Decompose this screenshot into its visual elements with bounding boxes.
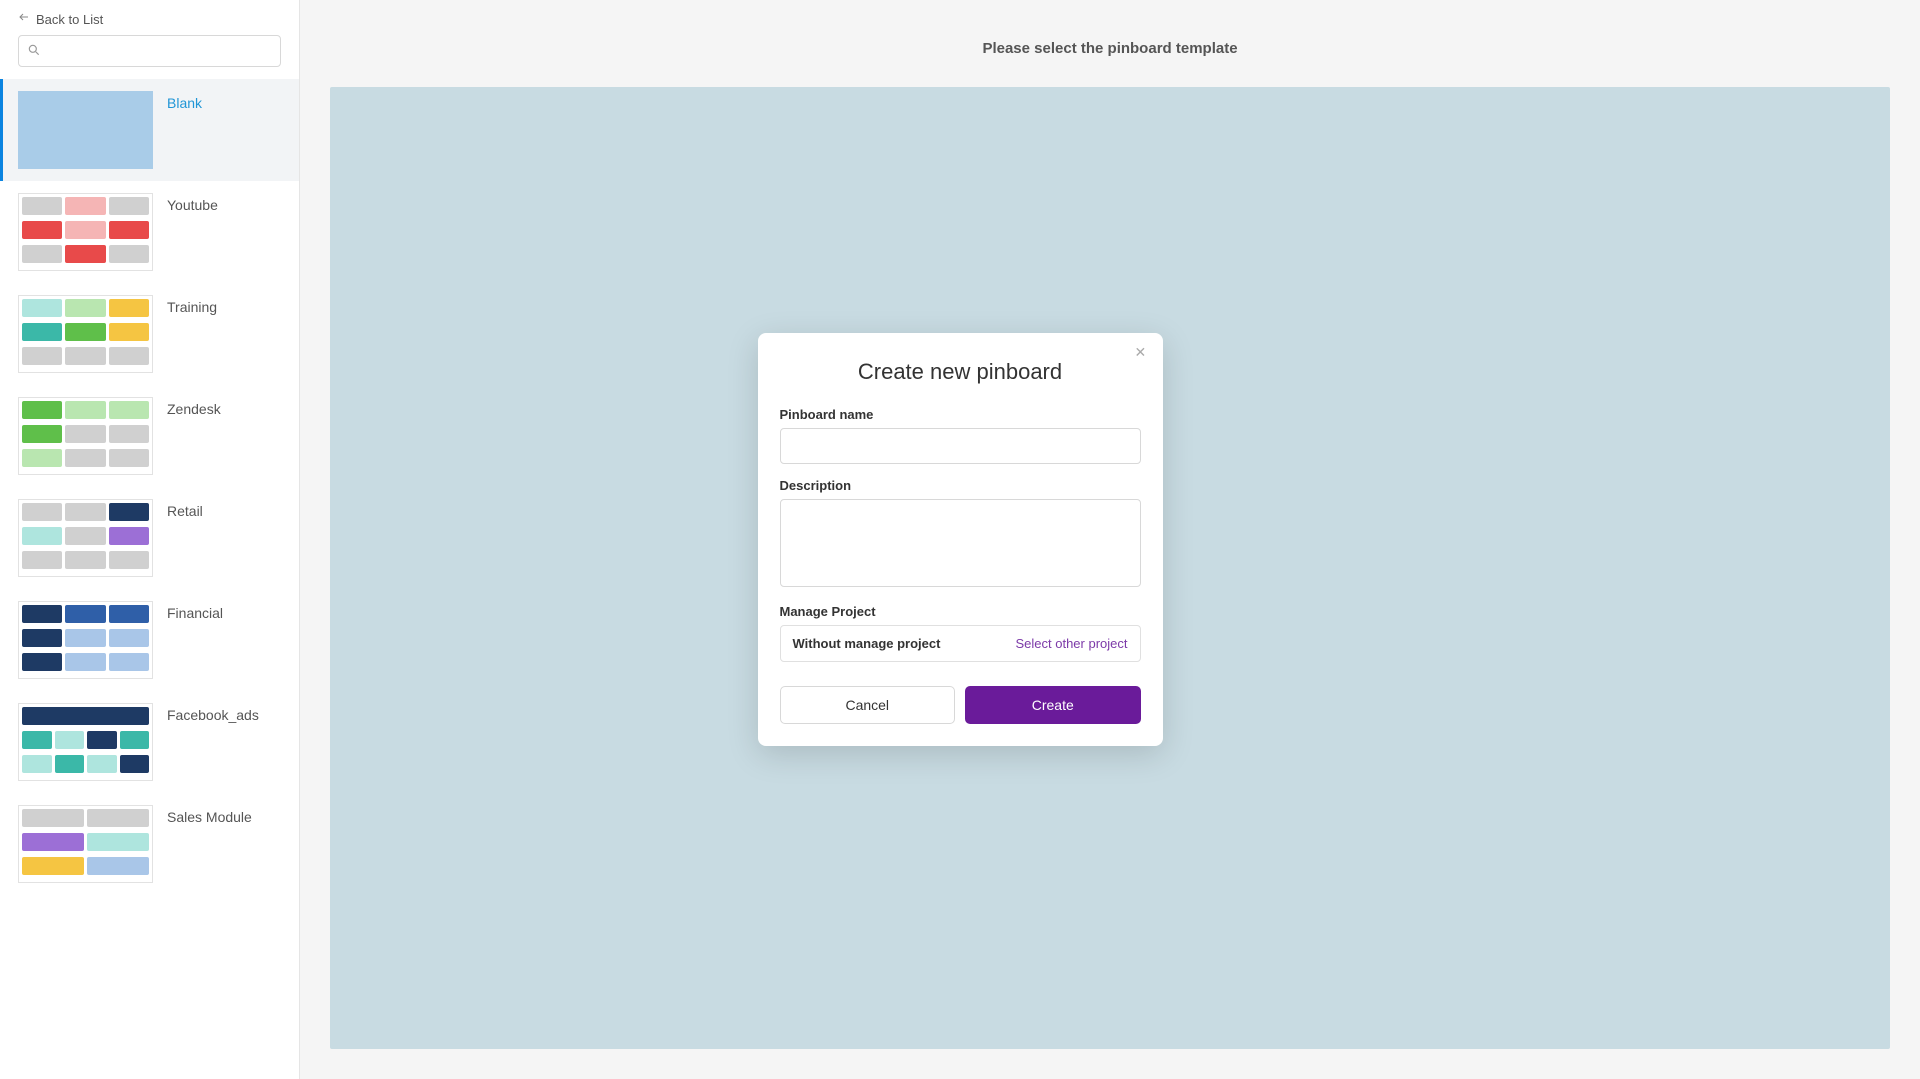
template-item-zendesk[interactable]: Zendesk — [0, 385, 299, 487]
search-box[interactable] — [18, 35, 281, 67]
template-item-sales-module[interactable]: Sales Module — [0, 793, 299, 895]
template-label: Zendesk — [167, 397, 221, 417]
template-item-youtube[interactable]: Youtube — [0, 181, 299, 283]
template-label: Blank — [167, 91, 202, 111]
template-thumb — [18, 499, 153, 577]
create-pinboard-modal: ✕ Create new pinboard Pinboard name Desc… — [758, 333, 1163, 746]
close-icon[interactable]: ✕ — [1135, 345, 1149, 359]
manage-project-label: Manage Project — [780, 604, 1141, 619]
template-thumb — [18, 91, 153, 169]
project-value: Without manage project — [793, 636, 941, 651]
description-label: Description — [780, 478, 1141, 493]
sidebar: Back to List Blank Youtube — [0, 0, 300, 1079]
search-input[interactable] — [47, 44, 272, 59]
template-item-blank[interactable]: Blank — [0, 79, 299, 181]
template-item-retail[interactable]: Retail — [0, 487, 299, 589]
template-label: Retail — [167, 499, 203, 519]
template-label: Training — [167, 295, 217, 315]
search-icon — [27, 43, 41, 60]
select-other-project-link[interactable]: Select other project — [1015, 636, 1127, 651]
template-label: Financial — [167, 601, 223, 621]
back-arrow-icon — [18, 12, 30, 27]
template-thumb — [18, 193, 153, 271]
template-item-facebook-ads[interactable]: Facebook_ads — [0, 691, 299, 793]
search-wrap — [0, 35, 299, 79]
template-item-financial[interactable]: Financial — [0, 589, 299, 691]
back-label: Back to List — [36, 12, 103, 27]
template-thumb — [18, 805, 153, 883]
pinboard-name-input[interactable] — [780, 428, 1141, 464]
create-button[interactable]: Create — [965, 686, 1141, 724]
template-item-training[interactable]: Training — [0, 283, 299, 385]
cancel-button[interactable]: Cancel — [780, 686, 956, 724]
manage-project-row: Without manage project Select other proj… — [780, 625, 1141, 662]
template-thumb — [18, 703, 153, 781]
template-thumb — [18, 601, 153, 679]
template-label: Youtube — [167, 193, 218, 213]
template-label: Facebook_ads — [167, 703, 259, 723]
template-list[interactable]: Blank Youtube Training Zen — [0, 79, 299, 1079]
modal-title: Create new pinboard — [780, 359, 1141, 385]
modal-buttons: Cancel Create — [780, 686, 1141, 724]
pinboard-name-label: Pinboard name — [780, 407, 1141, 422]
template-thumb — [18, 397, 153, 475]
main-header: Please select the pinboard template — [300, 0, 1920, 87]
description-input[interactable] — [780, 499, 1141, 587]
template-label: Sales Module — [167, 805, 252, 825]
template-thumb — [18, 295, 153, 373]
back-to-list-link[interactable]: Back to List — [0, 0, 299, 35]
